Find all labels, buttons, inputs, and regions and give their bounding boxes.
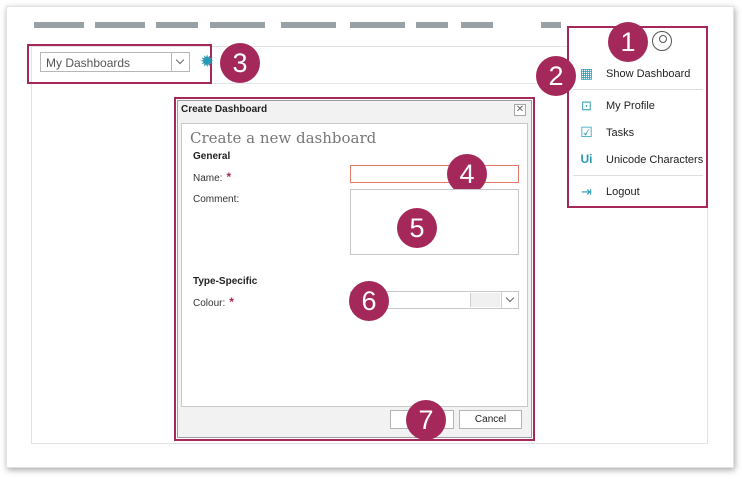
menu-item-label: Logout: [606, 186, 640, 198]
required-marker: *: [229, 295, 234, 309]
nav-item-5[interactable]: [281, 22, 336, 28]
callout-2: 2: [536, 56, 576, 96]
section-type-specific: Type-Specific: [193, 276, 258, 287]
nav-item-9[interactable]: [541, 22, 561, 28]
unicode-icon: Ui: [580, 152, 593, 166]
menu-item-label: My Profile: [606, 100, 655, 112]
callout-7: 7: [406, 400, 446, 440]
required-marker: *: [226, 170, 232, 184]
close-icon[interactable]: ✕: [514, 104, 526, 116]
menu-item-tasks[interactable]: ☑ Tasks: [570, 121, 706, 145]
colour-label-text: Colour:: [193, 298, 226, 309]
name-label-text: Name:: [193, 173, 223, 184]
chevron-down-icon[interactable]: [501, 292, 518, 308]
menu-item-label: Tasks: [606, 127, 635, 139]
nav-item-3[interactable]: [156, 22, 198, 28]
menu-item-unicode-characters[interactable]: Ui Unicode Characters: [570, 148, 706, 172]
section-general: General: [193, 151, 231, 162]
menu-item-label: Show Dashboard: [606, 68, 691, 80]
logout-icon: ⇥: [581, 184, 592, 199]
nav-item-6[interactable]: [350, 22, 405, 28]
menu-item-my-profile[interactable]: ⊡ My Profile: [570, 94, 706, 118]
comment-label: Comment:: [193, 194, 240, 205]
dashboard-select[interactable]: My Dashboards: [40, 52, 190, 72]
grid-icon: ▦: [579, 65, 594, 81]
chevron-down-icon[interactable]: [171, 53, 189, 71]
dialog-heading: Create a new dashboard: [190, 129, 377, 147]
nav-item-7[interactable]: [416, 22, 448, 28]
dashboard-select-value: My Dashboards: [46, 56, 131, 70]
callout-3: 3: [220, 43, 260, 83]
gear-icon[interactable]: ✹: [200, 53, 214, 70]
menu-divider: [573, 89, 703, 90]
nav-item-8[interactable]: [461, 22, 493, 28]
name-input[interactable]: [350, 165, 519, 183]
colour-label: Colour: *: [193, 295, 234, 309]
nav-item-1[interactable]: [34, 22, 84, 28]
profile-card-icon: ⊡: [581, 98, 592, 113]
callout-4: 4: [447, 154, 487, 194]
menu-divider: [573, 175, 703, 176]
callout-6: 6: [349, 281, 389, 321]
checkbox-icon: ☑: [580, 124, 593, 140]
menu-item-label: Unicode Characters: [606, 154, 704, 166]
cancel-button[interactable]: Cancel: [459, 410, 522, 429]
menu-item-show-dashboard[interactable]: ▦ Show Dashboard: [570, 62, 706, 86]
menu-item-logout[interactable]: ⇥ Logout: [570, 180, 706, 204]
name-label: Name: *: [193, 170, 231, 184]
user-account-icon[interactable]: [652, 31, 672, 51]
callout-1: 1: [608, 22, 648, 62]
nav-item-2[interactable]: [95, 22, 145, 28]
colour-swatch: [470, 293, 500, 307]
callout-5: 5: [397, 208, 437, 248]
nav-item-4[interactable]: [210, 22, 265, 28]
dialog-title: Create Dashboard: [181, 104, 268, 115]
